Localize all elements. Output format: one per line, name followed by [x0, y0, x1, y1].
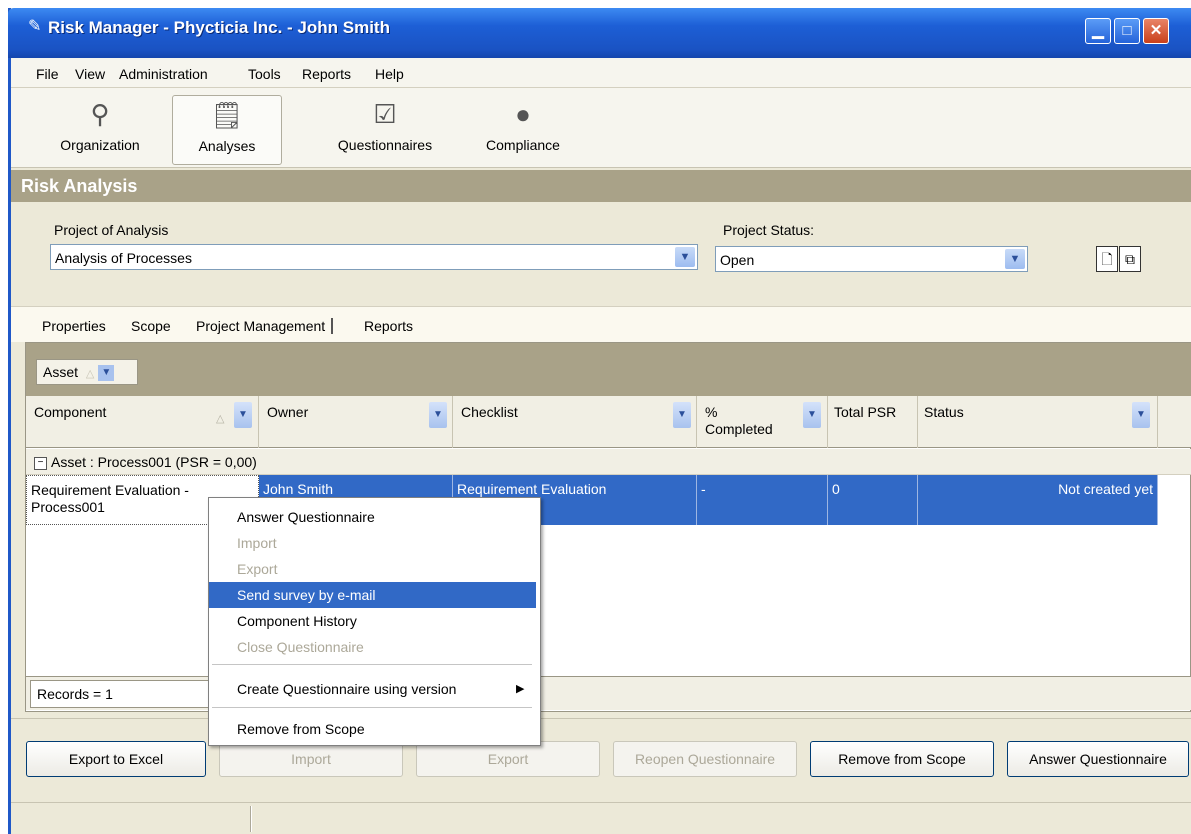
org-chart-icon: ⚲ — [90, 99, 110, 129]
tab-project-management[interactable]: Project Management — [196, 318, 334, 334]
chevron-down-icon[interactable]: ▼ — [234, 402, 252, 428]
app-icon: ✎ — [28, 18, 42, 35]
chevron-down-icon[interactable]: ▼ — [673, 402, 691, 428]
toolbar-label: Compliance — [486, 137, 560, 153]
desktop-edge — [0, 0, 8, 834]
section-header: Risk Analysis — [11, 170, 1191, 202]
status-value: Open — [720, 252, 755, 268]
status-label: Project Status: — [723, 222, 815, 238]
column-header-checklist[interactable]: Checklist ▼ — [453, 396, 697, 448]
menu-item-remove-from-scope[interactable]: Remove from Scope — [209, 716, 536, 742]
group-row[interactable]: − Asset : Process001 (PSR = 0,00) — [26, 449, 1191, 475]
maximize-button[interactable]: □ — [1114, 18, 1140, 44]
menu-item-component-history[interactable]: Component History — [209, 608, 536, 634]
cell-completed[interactable]: - — [697, 475, 828, 525]
reopen-questionnaire-button[interactable]: Reopen Questionnaire — [613, 741, 797, 777]
column-label: Checklist — [461, 404, 518, 420]
status-separator — [250, 806, 252, 832]
menu-help[interactable]: Help — [375, 66, 404, 82]
records-count: Records = 1 — [30, 680, 210, 708]
menu-file[interactable]: File — [36, 66, 59, 82]
menu-view[interactable]: View — [75, 66, 105, 82]
toolbar-organization-button[interactable]: ⚲ Organization — [40, 95, 160, 165]
menu-item-import[interactable]: Import — [209, 530, 536, 556]
cell-total-psr[interactable]: 0 — [828, 475, 918, 525]
toolbar-label: Questionnaires — [337, 137, 433, 153]
menu-tools[interactable]: Tools — [248, 66, 281, 82]
chevron-down-icon[interactable]: ▼ — [98, 365, 115, 382]
compliance-icon: ● — [515, 99, 531, 129]
menu-separator — [212, 664, 532, 665]
import-button[interactable]: Import — [219, 741, 403, 777]
checklist-icon: ☑ — [373, 99, 397, 129]
column-header-completed[interactable]: % Completed ▼ — [697, 396, 828, 448]
window-title: Risk Manager - Phycticia Inc. - John Smi… — [48, 18, 390, 37]
chevron-down-icon[interactable]: ▼ — [675, 247, 695, 267]
analysis-icon: 🗒 — [210, 100, 244, 130]
answer-questionnaire-button[interactable]: Answer Questionnaire — [1007, 741, 1189, 777]
chevron-down-icon[interactable]: ▼ — [803, 402, 821, 428]
collapse-icon[interactable]: − — [34, 456, 47, 470]
chevron-down-icon[interactable]: ▼ — [429, 402, 447, 428]
project-label: Project of Analysis — [54, 222, 169, 238]
copy-document-icon[interactable]: ⧉ — [1119, 246, 1141, 272]
column-label: % Completed — [705, 404, 773, 437]
menu-separator — [212, 707, 532, 708]
menu-item-answer-questionnaire[interactable]: Answer Questionnaire — [209, 504, 536, 530]
menu-item-send-survey[interactable]: Send survey by e-mail — [209, 582, 536, 608]
tab-bar — [11, 306, 1191, 342]
column-header-component[interactable]: Component △ ▼ — [26, 396, 259, 448]
column-header-status[interactable]: Status ▼ — [918, 396, 1158, 448]
group-label: Asset : Process001 (PSR = 0,00) — [51, 454, 257, 470]
toolbar-label: Analyses — [198, 138, 256, 154]
status-select[interactable]: Open ▼ — [715, 246, 1028, 272]
chevron-down-icon[interactable]: ▼ — [1132, 402, 1150, 428]
toolbar-compliance-button[interactable]: ● Compliance — [468, 95, 578, 165]
column-label: Owner — [267, 404, 309, 420]
menu-item-close-questionnaire[interactable]: Close Questionnaire — [209, 634, 536, 660]
column-header-total-psr[interactable]: Total PSR — [828, 396, 918, 448]
project-select[interactable]: Analysis of Processes ▼ — [50, 244, 698, 270]
column-label: Component — [34, 404, 107, 420]
minimize-button[interactable]: ▁ — [1085, 18, 1111, 44]
close-button[interactable]: ✕ — [1143, 18, 1169, 44]
column-header-owner[interactable]: Owner ▼ — [259, 396, 453, 448]
status-bar — [11, 802, 1191, 834]
group-by-panel — [26, 343, 1191, 396]
menu-item-create-questionnaire[interactable]: Create Questionnaire using version — [209, 676, 536, 702]
menu-item-export[interactable]: Export — [209, 556, 536, 582]
toolbar-questionnaires-button[interactable]: ☑ Questionnaires — [316, 95, 454, 165]
submenu-arrow-icon: ▶ — [516, 683, 525, 695]
toolbar-label: Organization — [60, 137, 140, 153]
menu-administration[interactable]: Administration — [119, 66, 208, 82]
export-button[interactable]: Export — [416, 741, 600, 777]
group-chip-label: Asset — [43, 364, 79, 380]
column-label: Total PSR — [834, 404, 897, 420]
group-chip-asset[interactable]: Asset △ ▼ — [36, 359, 138, 385]
new-document-icon[interactable]: 🗋 — [1096, 246, 1118, 272]
remove-from-scope-button[interactable]: Remove from Scope — [810, 741, 994, 777]
tab-scope[interactable]: Scope — [131, 318, 171, 334]
toolbar-analyses-button[interactable]: 🗒 Analyses — [172, 95, 282, 165]
chevron-down-icon[interactable]: ▼ — [1005, 249, 1025, 269]
menu-reports[interactable]: Reports — [302, 66, 351, 82]
cell-status[interactable]: Not created yet — [918, 475, 1158, 525]
tab-properties[interactable]: Properties — [42, 318, 106, 334]
export-excel-button[interactable]: Export to Excel — [26, 741, 206, 777]
sort-asc-icon: △ — [85, 368, 95, 380]
project-value: Analysis of Processes — [55, 250, 192, 266]
column-label: Status — [924, 404, 964, 420]
sort-asc-icon: △ — [216, 413, 225, 425]
tab-reports[interactable]: Reports — [364, 318, 413, 334]
